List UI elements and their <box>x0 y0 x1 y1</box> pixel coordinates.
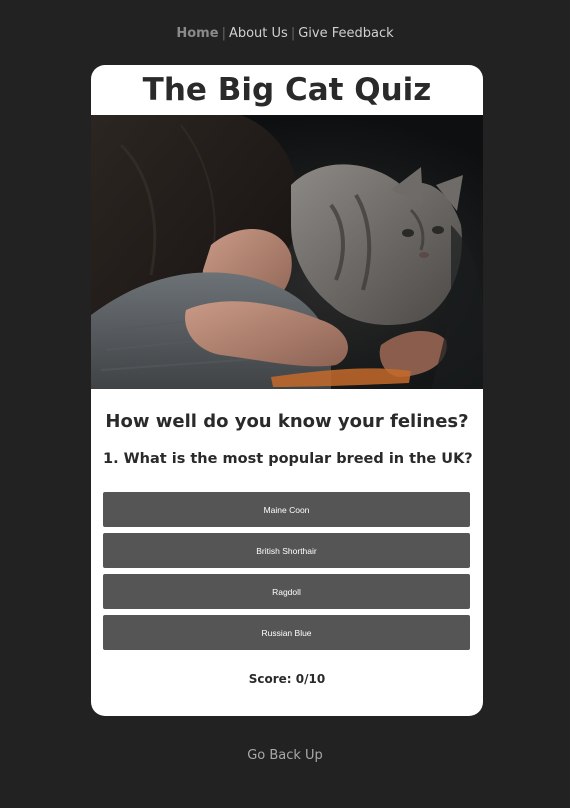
score-value: 0/10 <box>295 672 326 686</box>
hero-image <box>91 115 483 389</box>
score-label: Score: <box>248 672 292 686</box>
quiz-subtitle: How well do you know your felines? <box>105 411 469 432</box>
nav-feedback-link[interactable]: Give Feedback <box>298 26 393 41</box>
answer-options: Maine Coon British Shorthair Ragdoll Rus… <box>103 492 470 656</box>
answer-button-british-shorthair[interactable]: British Shorthair <box>103 533 470 568</box>
nav-about-link[interactable]: About Us <box>229 26 288 41</box>
go-back-up-link[interactable]: Go Back Up <box>0 748 570 763</box>
answer-button-ragdoll[interactable]: Ragdoll <box>103 574 470 609</box>
answer-button-russian-blue[interactable]: Russian Blue <box>103 615 470 650</box>
score-display: Score: 0/10 <box>91 672 483 686</box>
quiz-title: The Big Cat Quiz <box>142 72 432 108</box>
answer-button-maine-coon[interactable]: Maine Coon <box>103 492 470 527</box>
nav-home-link[interactable]: Home <box>176 26 218 41</box>
top-nav: Home | About Us | Give Feedback <box>0 26 570 41</box>
quiz-card: The Big Cat Quiz How well do you know yo… <box>91 65 483 716</box>
question-text: 1. What is the most popular breed in the… <box>103 451 473 467</box>
nav-separator: | <box>290 26 296 41</box>
nav-separator: | <box>221 26 226 41</box>
